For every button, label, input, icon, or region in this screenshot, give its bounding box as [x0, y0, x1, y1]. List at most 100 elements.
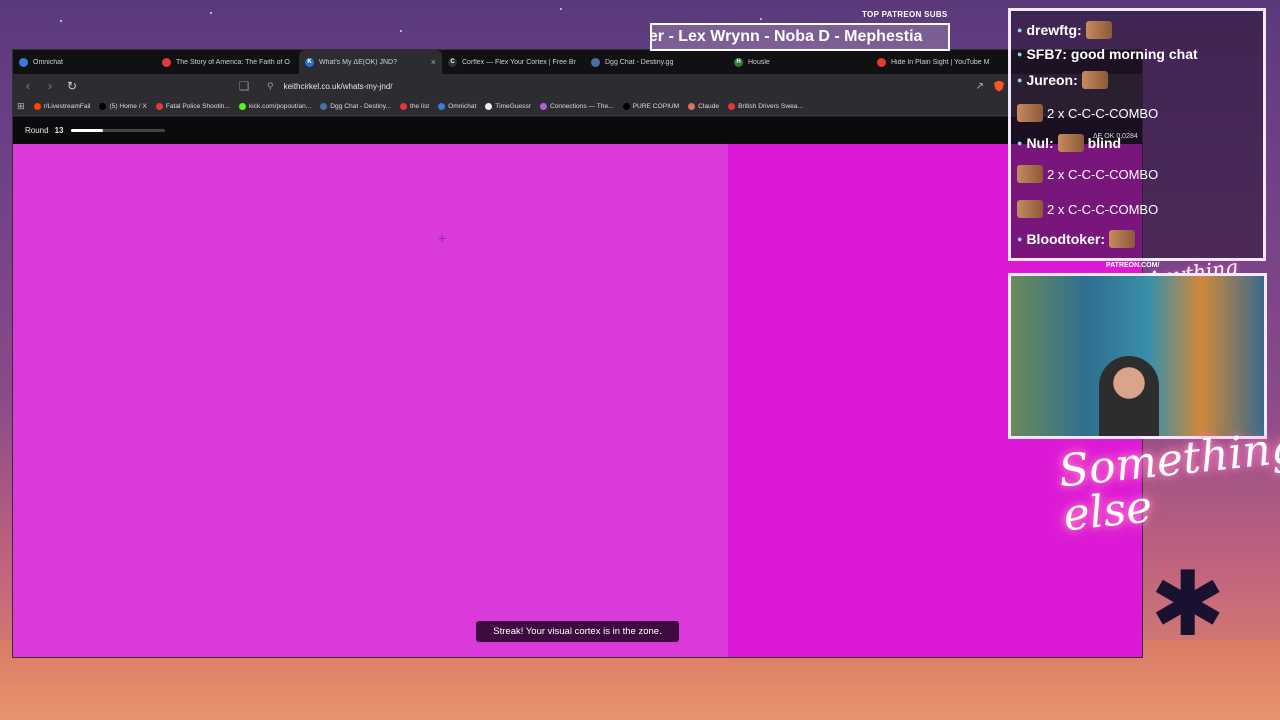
- url-text[interactable]: keithcirkel.co.uk/whats-my-jnd/: [284, 82, 393, 91]
- bookmark-favicon-icon: [155, 103, 163, 110]
- bookmark-item[interactable]: Connections — The...: [539, 103, 614, 110]
- chat-platform-icon: ●: [1017, 49, 1023, 59]
- bookmark-item[interactable]: Dgg Chat - Destiny...: [320, 103, 391, 110]
- tab-favicon-icon: K: [305, 57, 314, 67]
- star-decoration: [560, 8, 562, 10]
- bookmark-label: TimeGuessr: [495, 103, 531, 110]
- tab[interactable]: Dgg Chat - Destiny.gg: [585, 50, 728, 74]
- forward-icon[interactable]: ›: [43, 79, 57, 93]
- bookmark-item[interactable]: PURE COPIUM: [622, 103, 680, 110]
- tab-title: The Story of America: The Faith of O: [176, 58, 290, 66]
- chat-emote-icon: [1109, 230, 1135, 248]
- bookmark-item[interactable]: the list: [400, 103, 429, 110]
- bookmark-favicon-icon: [99, 103, 107, 110]
- star-decoration: [760, 18, 762, 20]
- bookmark-label: the list: [410, 103, 430, 110]
- bookmark-label: British Drivers Swea...: [738, 103, 803, 110]
- tab[interactable]: The Story of America: The Faith of O: [156, 50, 299, 74]
- tab-favicon-icon: H: [734, 57, 743, 67]
- reload-icon[interactable]: ↻: [65, 79, 79, 93]
- round-progress-bar: [71, 129, 166, 132]
- patreon-ticker: yer - Lex Wrynn - Noba D - Mephestia: [650, 23, 950, 51]
- tab[interactable]: Omnichat: [13, 50, 156, 74]
- tab-favicon-icon: [877, 57, 886, 67]
- chat-text: good morning chat: [1070, 46, 1198, 62]
- chat-platform-icon: ●: [1017, 75, 1023, 85]
- bookmark-item[interactable]: kick.com/popout/an...: [238, 103, 312, 110]
- bookmarks-bar: ⊞ r/LivestreamFail (5) Home / X Fatal Poli…: [13, 98, 1142, 116]
- bookmark-favicon-icon: [33, 103, 41, 110]
- brave-shield-icon[interactable]: [994, 80, 1004, 92]
- tab-bar: Omnichat The Story of America: The Faith …: [13, 50, 1142, 74]
- bookmark-label: Claude: [698, 103, 720, 110]
- apps-grid-icon[interactable]: ⊞: [17, 101, 25, 112]
- bookmark-favicon-icon: [728, 103, 736, 110]
- bookmark-item[interactable]: Fatal Police Shootin...: [155, 103, 230, 110]
- chat-message: 2 x C-C-C-COMBO: [1017, 104, 1158, 122]
- bookmark-favicon-icon: [485, 103, 493, 110]
- color-swatch-left[interactable]: [13, 144, 728, 657]
- chat-platform-icon: ●: [1017, 234, 1023, 244]
- bookmark-label: Dgg Chat - Destiny...: [330, 103, 392, 110]
- chat-emote-icon: [1017, 104, 1043, 122]
- streak-toast: Streak! Your visual cortex is in the zon…: [476, 621, 679, 642]
- chat-emote-icon: [1017, 200, 1043, 218]
- bookmark-label: kick.com/popout/an...: [248, 103, 312, 110]
- chat-combo: 2 x C-C-C-COMBO: [1047, 201, 1159, 217]
- back-icon[interactable]: ‹: [21, 79, 35, 93]
- bookmark-icon[interactable]: ❏: [237, 79, 251, 93]
- bookmark-item[interactable]: Omnichat: [438, 103, 476, 110]
- chat-emote-icon: [1057, 134, 1084, 152]
- chat-platform-icon: ●: [1017, 138, 1023, 148]
- chat-platform-icon: ●: [1017, 25, 1023, 35]
- bookmark-favicon-icon: [539, 103, 547, 110]
- chat-username: Bloodtoker:: [1026, 231, 1105, 247]
- chat-emote-icon: [1017, 165, 1043, 183]
- bookmark-label: r/LivestreamFail: [43, 103, 91, 110]
- bookmark-label: Connections — The...: [549, 103, 614, 110]
- round-indicator: Round 13: [13, 117, 1142, 144]
- bookmark-favicon-icon: [622, 103, 630, 110]
- address-bar: ‹ › ↻ ❏ ⚲ keithcirkel.co.uk/whats-my-jnd…: [13, 74, 1142, 98]
- crosshair-cursor-icon: +: [438, 230, 447, 246]
- star-decoration: [60, 20, 62, 22]
- tab[interactable]: Hide In Plain Sight | YouTube M: [871, 50, 1014, 74]
- bookmark-favicon-icon: [688, 103, 696, 110]
- chat-message: ● SFB7: good morning chat: [1017, 46, 1198, 62]
- tab-close-icon[interactable]: ×: [431, 57, 436, 67]
- tab[interactable]: C Corflex — Flex Your Cortex | Free Br: [442, 50, 585, 74]
- chat-message: 2 x C-C-C-COMBO: [1017, 165, 1158, 183]
- tab-title: Hide In Plain Sight | YouTube M: [891, 58, 990, 66]
- webcam-feed: [1008, 273, 1267, 439]
- tab-favicon-icon: [591, 57, 600, 67]
- bookmark-label: (5) Home / X: [109, 103, 147, 110]
- tab-favicon-icon: C: [448, 57, 457, 67]
- bookmark-item[interactable]: British Drivers Swea...: [728, 103, 803, 110]
- bookmark-label: PURE COPIUM: [632, 103, 680, 110]
- chat-message: ● Nul: blind: [1017, 134, 1121, 152]
- tab[interactable]: H Housle: [728, 50, 871, 74]
- patreon-subs-label: TOP PATREON SUBS: [862, 10, 948, 19]
- page-content: Round 13 + Streak! Your visual cortex is…: [13, 117, 1142, 657]
- tab-title: What's My ΔE(OK) JND?: [319, 58, 397, 66]
- bookmark-favicon-icon: [400, 103, 408, 110]
- chat-message: ● Jureon:: [1017, 71, 1108, 89]
- chat-emote-icon: [1085, 21, 1112, 39]
- tab-favicon-icon: [19, 57, 28, 67]
- round-progress-fill: [71, 129, 103, 132]
- bookmark-item[interactable]: r/LivestreamFail: [33, 103, 91, 110]
- bookmark-item[interactable]: Claude: [688, 103, 719, 110]
- ticker-text: yer - Lex Wrynn - Noba D - Mephestia: [650, 28, 923, 45]
- bookmark-item[interactable]: (5) Home / X: [99, 103, 147, 110]
- share-icon[interactable]: ↗: [976, 81, 984, 92]
- site-info-icon[interactable]: ⚲: [267, 81, 274, 92]
- tab-title: Housle: [748, 58, 770, 66]
- chat-message: ● drewftg:: [1017, 21, 1112, 39]
- url-field[interactable]: ⚲ keithcirkel.co.uk/whats-my-jnd/: [259, 77, 968, 95]
- chat-username: SFB7:: [1026, 46, 1067, 62]
- tab-title: Corflex — Flex Your Cortex | Free Br: [462, 58, 576, 66]
- palm-tree-decoration: ✱: [1150, 555, 1226, 655]
- tab[interactable]: K What's My ΔE(OK) JND? ×: [299, 50, 442, 74]
- bookmark-item[interactable]: TimeGuessr: [485, 103, 531, 110]
- chat-emote-icon: [1081, 71, 1108, 89]
